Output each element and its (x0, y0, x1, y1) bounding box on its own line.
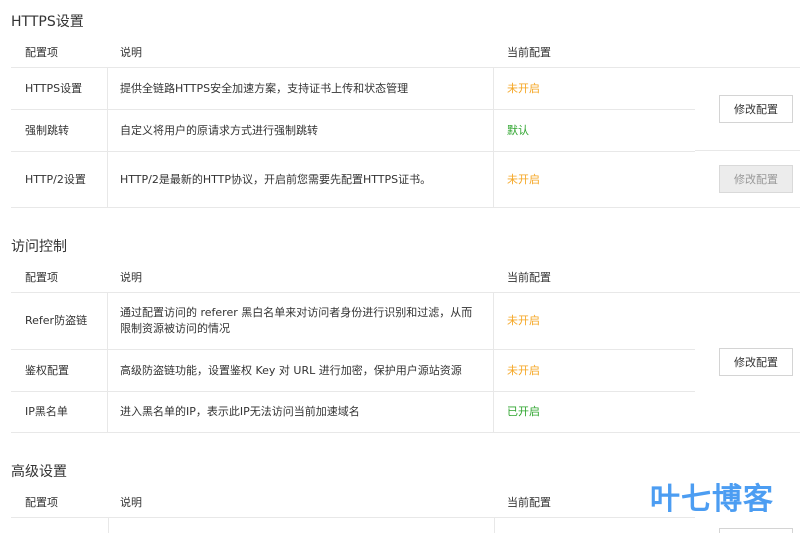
modify-config-button[interactable]: 修改配置 (719, 95, 793, 123)
section-title-advanced: 高级设置 (11, 464, 67, 480)
header-name: 配置项 (25, 271, 58, 284)
row-name: Refer防盗链 (11, 293, 108, 349)
table-row: 强制跳转 自定义将用户的原请求方式进行强制跳转 默认 (11, 109, 695, 151)
header-desc: 说明 (120, 271, 142, 284)
row-name: HTTPS设置 (11, 68, 108, 109)
header-name: 配置项 (25, 46, 58, 59)
header-desc: 说明 (120, 496, 142, 509)
row-name: 强制跳转 (11, 110, 108, 151)
row-name: IP黑名单 (11, 392, 108, 432)
header-value: 当前配置 (507, 496, 551, 509)
modify-config-button[interactable]: 修改配置 (719, 348, 793, 376)
row-desc: 高级防盗链功能，设置鉴权 Key 对 URL 进行加密，保护用户源站资源 (108, 350, 494, 391)
table-row: Refer防盗链 通过配置访问的 referer 黑白名单来对访问者身份进行识别… (11, 292, 695, 349)
status-value: 已开启 (507, 405, 540, 418)
row-desc: 提供全链路HTTPS安全加速方案，支持证书上传和状态管理 (108, 68, 494, 109)
watermark-logo: 叶七博客 (650, 482, 774, 517)
action-cell: 修改配置 (695, 292, 800, 433)
header-desc: 说明 (120, 46, 142, 59)
section-title-https: HTTPS设置 (11, 14, 84, 30)
modify-config-button-partial[interactable] (719, 528, 793, 533)
row-desc: 自定义将用户的原请求方式进行强制跳转 (108, 110, 494, 151)
table-divider (11, 517, 695, 518)
status-value: 未开启 (507, 172, 540, 186)
header-value: 当前配置 (507, 271, 551, 284)
status-value: 默认 (507, 123, 529, 137)
row-desc: 通过配置访问的 referer 黑白名单来对访问者身份进行识别和过滤，从而限制资… (108, 293, 494, 349)
table-row: IP黑名单 进入黑名单的IP，表示此IP无法访问当前加速域名 已开启 (11, 391, 695, 433)
column-divider (494, 517, 495, 533)
row-name: HTTP/2设置 (11, 152, 108, 207)
row-name: 鉴权配置 (11, 350, 108, 391)
column-divider (108, 517, 109, 533)
header-value: 当前配置 (507, 46, 551, 59)
status-value: 未开启 (507, 314, 540, 327)
header-name: 配置项 (25, 496, 58, 509)
table-row: 鉴权配置 高级防盗链功能，设置鉴权 Key 对 URL 进行加密，保护用户源站资… (11, 349, 695, 391)
section-title-access: 访问控制 (11, 239, 67, 255)
status-value: 未开启 (507, 363, 540, 377)
status-value: 未开启 (507, 81, 540, 95)
table-row: HTTPS设置 提供全链路HTTPS安全加速方案，支持证书上传和状态管理 未开启 (11, 67, 695, 109)
row-desc: 进入黑名单的IP，表示此IP无法访问当前加速域名 (108, 392, 494, 432)
row-desc: HTTP/2是最新的HTTP协议，开启前您需要先配置HTTPS证书。 (108, 152, 494, 207)
action-cell: 修改配置 (695, 67, 800, 151)
table-row: HTTP/2设置 HTTP/2是最新的HTTP协议，开启前您需要先配置HTTPS… (11, 151, 695, 208)
action-cell: 修改配置 (695, 151, 800, 208)
modify-config-button-disabled[interactable]: 修改配置 (719, 165, 793, 193)
